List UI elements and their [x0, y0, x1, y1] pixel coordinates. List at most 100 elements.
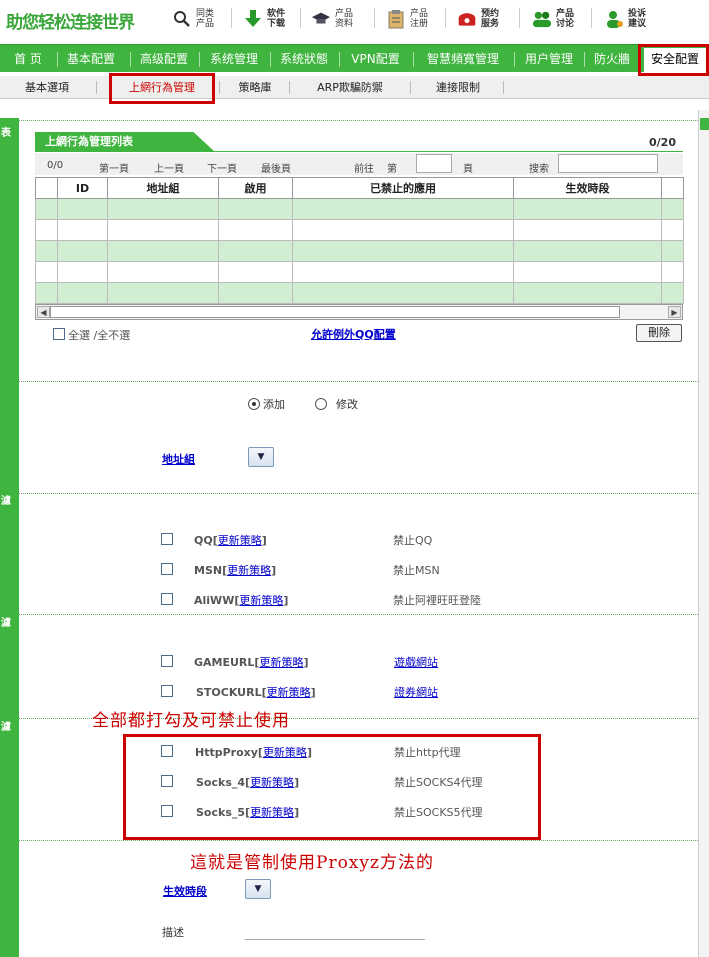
scroll-left-icon[interactable]: ◀	[37, 306, 50, 318]
column-header-blocked-apps[interactable]: 已禁止的應用	[292, 177, 514, 199]
policy-checkbox-httpproxy[interactable]	[161, 745, 173, 757]
delete-button[interactable]: 刪除	[636, 324, 682, 342]
search-input[interactable]	[558, 154, 658, 173]
nav-vpn-config[interactable]: VPN配置	[343, 45, 408, 73]
page-number-input[interactable]	[416, 154, 452, 173]
update-policy-link[interactable]: 更新策略	[263, 746, 307, 759]
column-header	[661, 177, 684, 199]
highlight-box-active-subtab	[109, 73, 215, 104]
schedule-select[interactable]: ▼	[245, 879, 271, 899]
description-input[interactable]	[245, 939, 425, 940]
header-divider	[519, 8, 520, 28]
subtab-arp-defense[interactable]: ARP欺騙防禦	[298, 76, 402, 99]
update-policy-link[interactable]: 更新策略	[239, 594, 283, 607]
update-policy-link[interactable]: 更新策略	[259, 656, 303, 669]
address-group-link[interactable]: 地址組	[162, 451, 195, 467]
policy-desc-link[interactable]: 遊戲網站	[394, 654, 438, 670]
select-all-checkbox[interactable]	[53, 328, 65, 340]
column-header-enabled[interactable]: 啟用	[218, 177, 293, 199]
site-logo[interactable]: 助您轻松连接世界	[6, 8, 135, 33]
table-row	[35, 240, 684, 262]
pager-page-prefix: 第	[387, 164, 397, 175]
update-policy-link[interactable]: 更新策略	[250, 806, 294, 819]
table-horizontal-scrollbar[interactable]: ◀ ▶	[35, 304, 683, 320]
nav-divider	[130, 52, 131, 67]
sidebar-label: 表	[1, 128, 11, 139]
subnav-divider	[289, 81, 290, 94]
nav-bandwidth-management[interactable]: 智慧頻寬管理	[417, 45, 509, 73]
pager-count: 0/0	[47, 160, 64, 171]
policy-name-httpproxy: HttpProxy[更新策略]	[195, 746, 312, 759]
pager-page-suffix: 頁	[463, 164, 473, 175]
header-divider	[591, 8, 592, 28]
header-link-book-service[interactable]: 预约服务	[457, 6, 505, 32]
select-all-label[interactable]: 全選 /全不選	[68, 327, 130, 343]
radio-add[interactable]	[248, 398, 260, 410]
policy-checkbox-stockurl[interactable]	[161, 685, 173, 697]
policy-checkbox-socks5[interactable]	[161, 805, 173, 817]
graduation-cap-icon	[311, 9, 331, 29]
policy-checkbox-socks4[interactable]	[161, 775, 173, 787]
header-divider	[231, 8, 232, 28]
users-icon	[532, 9, 552, 29]
column-header-id[interactable]: ID	[57, 177, 108, 199]
nav-home[interactable]: 首 页	[8, 45, 48, 73]
policy-checkbox-gameurl[interactable]	[161, 655, 173, 667]
search-label: 搜索	[529, 164, 549, 175]
update-policy-link[interactable]: 更新策略	[267, 686, 311, 699]
download-icon	[243, 9, 263, 29]
pager-bar: 0/0 第一頁 上一頁 下一頁 最後頁 前往 第 頁 搜索	[35, 153, 683, 175]
phone-icon	[457, 9, 477, 29]
sidebar-label: 濾	[1, 722, 11, 733]
nav-basic-config[interactable]: 基本配置	[60, 45, 122, 73]
header-link-product-info[interactable]: 产品资料	[311, 6, 359, 32]
header-link-software-download[interactable]: 软件下载	[243, 6, 291, 32]
nav-system-management[interactable]: 系统管理	[203, 45, 265, 73]
header-divider	[300, 8, 301, 28]
nav-system-status[interactable]: 系统狀態	[273, 45, 335, 73]
right-scrollbar[interactable]	[698, 110, 709, 957]
pager-last[interactable]: 最後頁	[261, 160, 291, 175]
section-divider	[19, 614, 698, 615]
subnav-divider	[219, 81, 220, 94]
policy-checkbox-qq[interactable]	[161, 533, 173, 545]
pager-first[interactable]: 第一頁	[99, 160, 129, 175]
subtab-connection-limit[interactable]: 連接限制	[418, 76, 498, 99]
policy-name: QQ	[194, 534, 213, 547]
radio-add-label: 添加	[263, 398, 285, 411]
header-link-complaint[interactable]: 投诉建议	[604, 6, 652, 32]
sub-nav: 基本選項 上網行為管理 策略庫 ARP欺騙防禦 連接限制	[0, 76, 709, 99]
nav-user-management[interactable]: 用户管理	[518, 45, 580, 73]
address-group-select[interactable]: ▼	[248, 447, 274, 467]
update-policy-link[interactable]: 更新策略	[218, 534, 262, 547]
header-link-similar-products[interactable]: 同类产品	[172, 6, 220, 32]
policy-desc-link[interactable]: 證券網站	[394, 684, 438, 700]
policy-name: AliWW	[194, 594, 235, 607]
pager-next[interactable]: 下一頁	[207, 160, 237, 175]
schedule-link[interactable]: 生效時段	[163, 883, 207, 899]
pager-prev[interactable]: 上一頁	[154, 160, 184, 175]
column-header	[35, 177, 58, 199]
subtab-basic-options[interactable]: 基本選項	[12, 76, 82, 99]
policy-checkbox-aliww[interactable]	[161, 593, 173, 605]
column-header-address-group[interactable]: 地址組	[107, 177, 219, 199]
radio-modify[interactable]	[315, 398, 327, 410]
record-count: 0/20	[649, 136, 676, 149]
header-link-product-discussion[interactable]: 产品讨论	[532, 6, 580, 32]
scroll-right-icon[interactable]: ▶	[668, 306, 681, 318]
nav-advanced-config[interactable]: 高级配置	[133, 45, 195, 73]
nav-firewall[interactable]: 防火牆	[588, 45, 636, 73]
subtab-policy-library[interactable]: 策略庫	[226, 76, 284, 99]
clipboard-icon	[386, 9, 406, 29]
update-policy-link[interactable]: 更新策略	[250, 776, 294, 789]
policy-desc: 禁止SOCKS5代理	[394, 806, 483, 819]
column-header-schedule[interactable]: 生效時段	[513, 177, 662, 199]
update-policy-link[interactable]: 更新策略	[227, 564, 271, 577]
header-link-product-register[interactable]: 产品注册	[386, 6, 434, 32]
nav-divider	[199, 52, 200, 67]
qq-exception-config-link[interactable]: 允許例外QQ配置	[311, 326, 396, 342]
policy-checkbox-msn[interactable]	[161, 563, 173, 575]
nav-divider	[57, 52, 58, 67]
scroll-thumb[interactable]	[50, 306, 620, 318]
policy-name-aliww: AliWW[更新策略]	[194, 594, 289, 607]
